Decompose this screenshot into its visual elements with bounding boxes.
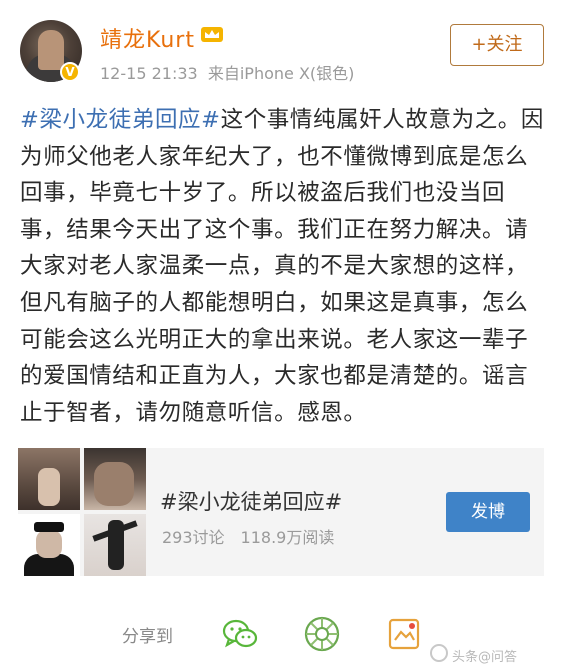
verified-badge-icon: V [60,62,80,82]
username[interactable]: 靖龙Kurt [100,22,195,54]
topic-thumbnails [18,448,146,576]
topic-card[interactable]: #梁小龙徒弟回应# 293讨论 118.9万阅读 发博 [18,448,544,576]
hashtag-link[interactable]: #梁小龙徒弟回应# [20,107,221,133]
post-header: V 靖龙Kurt 12-15 21:33 来自iPhone X(银色) +关注 [0,0,563,96]
crown-icon [201,27,223,42]
avatar-figure-head [38,30,64,70]
topic-thumbnail [84,514,146,576]
timestamp: 12-15 21:33 [100,64,198,83]
topic-thumbnail [18,448,80,510]
post-meta: 12-15 21:33 来自iPhone X(银色) [100,60,354,84]
share-label: 分享到 [122,627,173,647]
moments-icon[interactable] [302,614,342,654]
read-count: 118.9万阅读 [240,528,335,547]
topic-thumbnail [84,448,146,510]
post-body: #梁小龙徒弟回应#这个事情纯属奸人故意为之。因为师父他老人家年纪大了，也不懂微博… [20,102,545,431]
topic-stats: 293讨论 118.9万阅读 [162,524,334,548]
wechat-icon[interactable] [220,614,260,654]
watermark-logo-icon [430,644,448,662]
follow-button[interactable]: +关注 [450,24,544,66]
topic-title[interactable]: #梁小龙徒弟回应# [160,486,342,516]
share-bar: 分享到 头条@问答 [0,604,563,665]
topic-thumbnail [18,514,80,576]
post-source: 来自iPhone X(银色) [207,64,355,83]
discussion-count: 293讨论 [162,528,225,547]
watermark: 头条@问答 [452,650,518,665]
weibo-icon[interactable] [384,614,424,654]
post-topic-button[interactable]: 发博 [446,492,530,532]
post-text: 这个事情纯属奸人故意为之。因为师父他老人家年纪大了，也不懂微博到底是怎么回事，毕… [20,107,545,426]
